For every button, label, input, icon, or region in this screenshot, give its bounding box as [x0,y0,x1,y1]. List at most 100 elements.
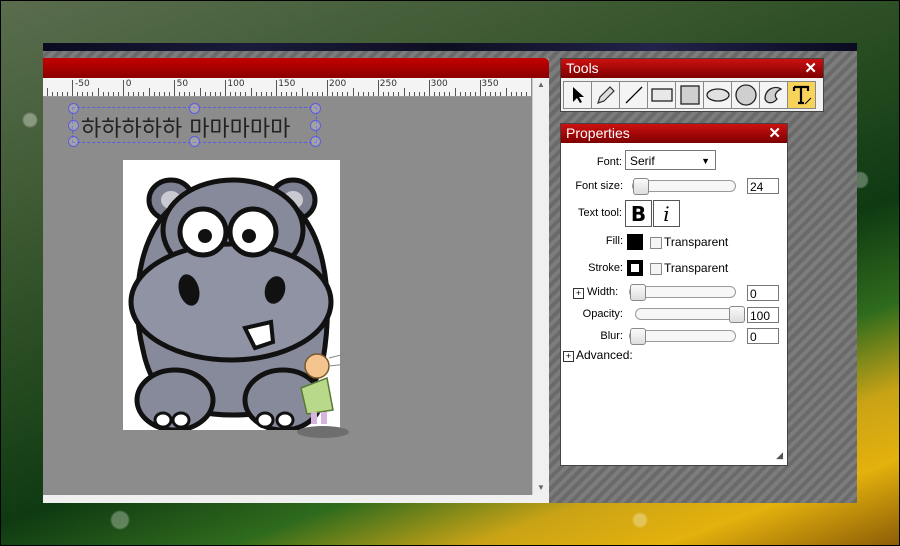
editor-app: -5005010015020025030035040 ▲ ▼ [43,43,857,503]
blur-label: Blur: [600,330,623,342]
width-slider[interactable] [629,284,736,301]
ruler-tick [449,92,451,96]
ruler-tick [87,92,89,96]
ruler-tick [214,92,216,96]
font-size-slider[interactable] [632,178,736,195]
blur-slider-knob[interactable] [630,328,646,345]
canvas-titlebar[interactable] [43,58,549,78]
text-tool-button[interactable] [787,81,816,109]
opacity-input[interactable]: 100 [747,307,779,323]
resize-handle-top-right[interactable] [310,103,321,114]
ruler-tick [189,92,191,96]
italic-button[interactable]: i [653,200,680,227]
blur-input[interactable]: 0 [747,328,779,344]
resize-handle-bottom-left[interactable] [68,136,79,147]
ruler-tick [56,92,58,96]
ruler-tick [72,80,73,96]
opacity-slider[interactable] [635,306,745,323]
ruler-tick [174,80,175,96]
path-tool-button[interactable] [759,81,788,109]
ruler-tick [393,92,395,96]
blur-slider[interactable] [629,328,736,345]
ruler-tick [469,92,471,96]
ruler-tick [143,92,145,96]
ruler-tick [327,80,328,96]
ruler-tick [82,92,84,96]
selected-text-object[interactable]: 하하하하하 마마마마마 [68,103,321,147]
ruler-label: 100 [227,79,245,89]
width-input[interactable]: 0 [747,285,779,301]
vertical-scrollbar[interactable]: ▲ ▼ [532,78,549,495]
resize-grip-icon[interactable]: ◢ [776,450,783,461]
tools-title-text: Tools [566,60,599,76]
select-tool-button[interactable] [563,81,592,109]
ruler-tick [520,92,522,96]
stroke-color-swatch[interactable] [627,260,643,276]
ruler-tick [61,92,63,96]
ruler-tick [276,80,277,96]
fill-transparent-checkbox[interactable] [650,237,662,249]
ruler-tick [525,92,527,96]
ruler-tick [148,88,150,96]
font-size-input[interactable]: 24 [747,178,779,194]
ruler-tick [372,92,374,96]
ruler-tick [464,92,466,96]
ruler-tick [342,92,344,96]
ruler-tick [352,88,354,96]
tools-close-icon[interactable]: ✕ [804,59,817,78]
ruler-tick [112,92,114,96]
ruler-tick [439,92,441,96]
rectangle-tool-button[interactable] [647,81,676,109]
stroke-transparent-checkbox[interactable] [650,263,662,275]
text-tool-label: Text tool: [577,207,622,219]
circle-tool-button[interactable] [731,81,760,109]
opacity-slider-knob[interactable] [729,306,745,323]
resize-handle-left[interactable] [68,120,79,131]
ruler-tick [281,92,283,96]
resize-handle-bottom-right[interactable] [310,136,321,147]
ruler-tick [265,92,267,96]
resize-handle-top[interactable] [189,103,200,114]
width-slider-knob[interactable] [630,284,646,301]
ruler-tick [107,92,109,96]
stroke-label: Stroke: [588,262,623,274]
properties-panel-title[interactable]: Properties [561,124,787,143]
width-expand-icon[interactable]: + [573,288,584,299]
ruler-tick [235,92,237,96]
bold-button[interactable]: B [625,200,652,227]
ruler-tick [250,88,252,96]
fill-color-swatch[interactable] [627,234,643,250]
ruler-tick [296,92,298,96]
text-object-content[interactable]: 하하하하하 마마마마마 [81,111,290,143]
ruler-tick [46,88,48,96]
ruler-tick [434,92,436,96]
advanced-label[interactable]: Advanced: [576,348,633,362]
properties-close-icon[interactable]: ✕ [768,124,781,143]
opacity-label: Opacity: [582,308,623,320]
canvas-bottom-scrollbar[interactable] [43,495,549,503]
tools-panel-title[interactable]: Tools [561,59,823,78]
filled-rectangle-tool-button[interactable] [675,81,704,109]
advanced-expand-icon[interactable]: + [563,351,574,362]
fill-label: Fill: [605,235,623,247]
scroll-down-arrow-icon[interactable]: ▼ [533,481,549,495]
ruler-tick [184,92,186,96]
ruler-tick [225,80,226,96]
font-select[interactable]: Serif ▼ [625,150,716,170]
ruler-tick [117,92,119,96]
line-tool-button[interactable] [619,81,648,109]
girl-sticker-image[interactable] [293,348,353,438]
scroll-up-arrow-icon[interactable]: ▲ [533,78,549,92]
font-size-slider-knob[interactable] [633,178,649,195]
circle-icon [734,84,757,106]
ruler-label: 50 [176,79,189,89]
resize-handle-bottom[interactable] [189,136,200,147]
ruler-tick [168,92,170,96]
pencil-tool-button[interactable] [591,81,620,109]
canvas-window: -5005010015020025030035040 ▲ ▼ [43,58,549,495]
ruler-tick [66,92,68,96]
ruler-tick [495,92,497,96]
resize-handle-top-left[interactable] [68,103,79,114]
resize-handle-right[interactable] [310,120,321,131]
ellipse-tool-button[interactable] [703,81,732,109]
